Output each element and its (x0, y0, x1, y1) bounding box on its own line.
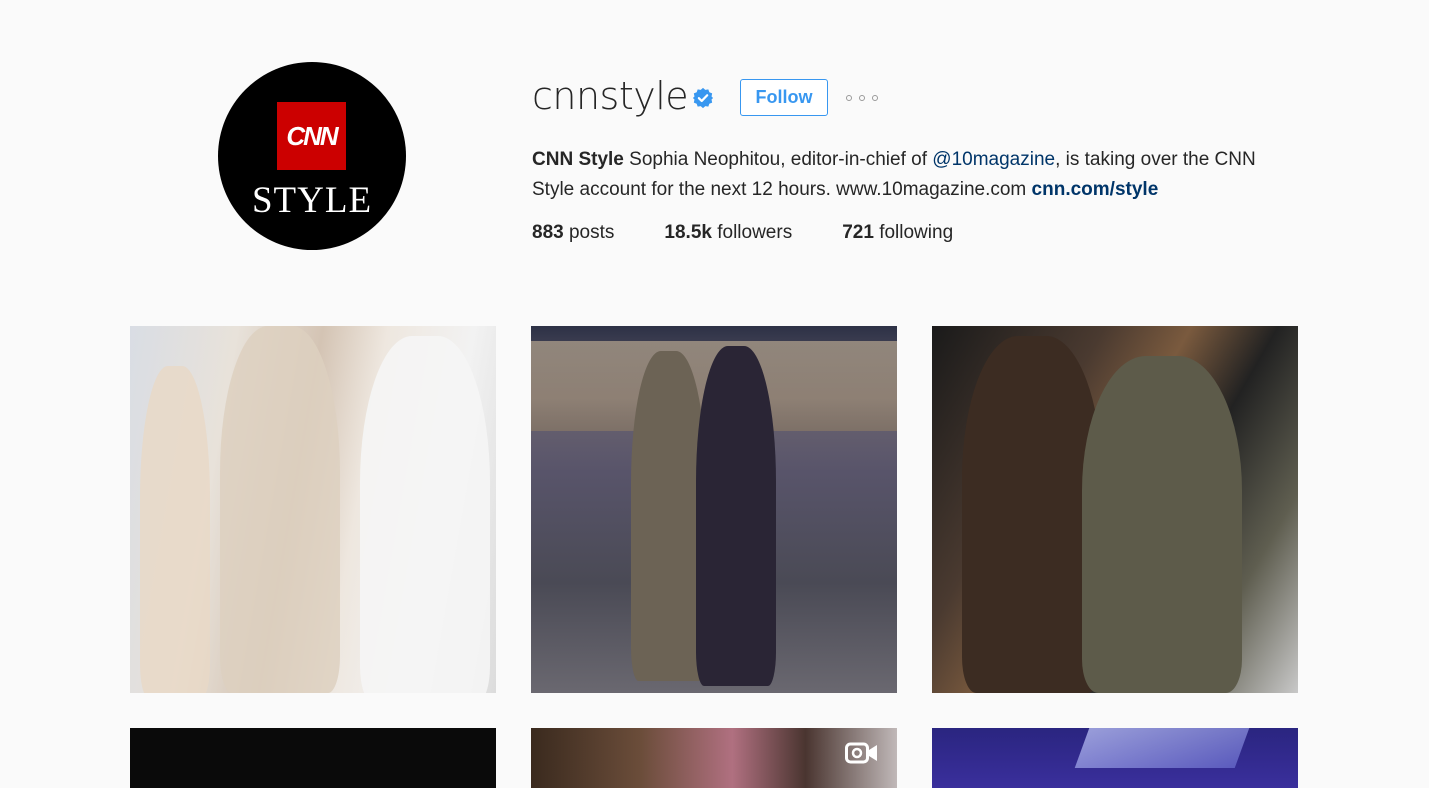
posts-label: posts (568, 222, 615, 243)
followers-stat[interactable]: 18.5k followers (664, 222, 792, 244)
following-label: following (879, 222, 954, 243)
post-thumbnail[interactable] (130, 326, 496, 693)
posts-stat: 883 posts (532, 222, 614, 244)
followers-count: 18.5k (664, 222, 712, 243)
bio-name: CNN Style (532, 149, 624, 170)
cnn-logo: CNN (277, 102, 346, 170)
profile-stats: 883 posts 18.5k followers 721 following (532, 222, 1003, 244)
followers-label: followers (717, 222, 793, 243)
post-thumbnail[interactable] (531, 326, 897, 693)
cnn-logo-text: CNN (286, 120, 338, 151)
post-thumbnail[interactable] (932, 326, 1298, 693)
post-thumbnail[interactable] (932, 728, 1298, 788)
post-thumbnail[interactable] (531, 728, 897, 788)
post-thumbnail[interactable] (130, 728, 496, 788)
verified-badge-icon (692, 87, 714, 109)
following-stat[interactable]: 721 following (842, 222, 953, 244)
profile-bio: CNN Style Sophia Neophitou, editor-in-ch… (532, 145, 1292, 205)
bio-website-link[interactable]: cnn.com/style (1032, 179, 1159, 200)
posts-count: 883 (532, 222, 564, 243)
style-logo-text: STYLE (251, 180, 373, 221)
following-count: 721 (842, 222, 874, 243)
bio-mention-link[interactable]: @10magazine (932, 149, 1055, 170)
follow-button[interactable]: Follow (740, 79, 828, 116)
profile-username: cnnstyle (532, 74, 689, 118)
more-options-icon[interactable] (846, 92, 878, 104)
profile-avatar[interactable]: CNN STYLE (218, 62, 406, 250)
video-camera-icon (845, 742, 877, 764)
bio-text-1: Sophia Neophitou, editor-in-chief of (629, 149, 927, 170)
